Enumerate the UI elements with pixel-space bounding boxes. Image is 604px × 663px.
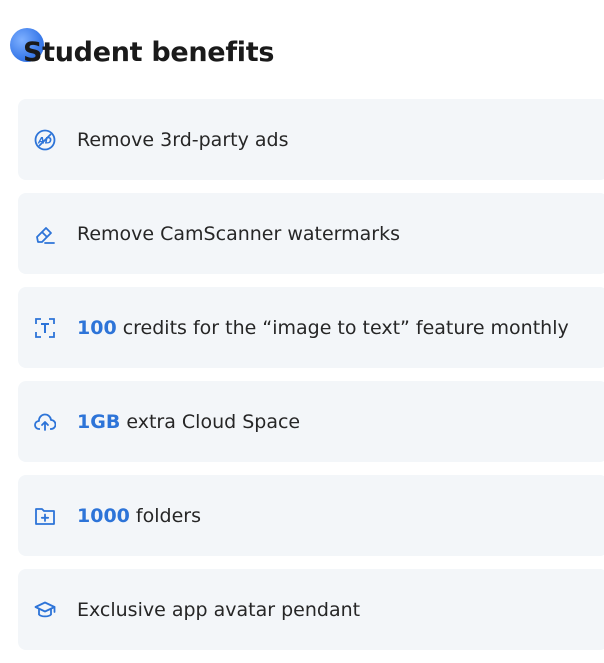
- benefit-card-image-to-text: 100 credits for the “image to text” feat…: [18, 287, 604, 368]
- page-title: Student benefits: [23, 37, 275, 68]
- benefit-card-no-ads: AD Remove 3rd-party ads: [18, 99, 604, 180]
- graduation-cap-icon: [34, 599, 56, 621]
- benefit-text: Remove CamScanner watermarks: [77, 222, 400, 245]
- eraser-icon: [34, 223, 56, 245]
- benefit-card-avatar-pendant: Exclusive app avatar pendant: [18, 569, 604, 650]
- benefit-card-folders: 1000 folders: [18, 475, 604, 556]
- benefit-text: 100 credits for the “image to text” feat…: [77, 316, 569, 339]
- folder-add-icon: [34, 505, 56, 527]
- benefit-text: 1GB extra Cloud Space: [77, 410, 301, 433]
- benefits-list: AD Remove 3rd-party ads Remove CamScanne…: [18, 99, 604, 663]
- benefit-text: Remove 3rd-party ads: [77, 128, 289, 151]
- image-to-text-icon: [34, 317, 56, 339]
- benefit-text: Exclusive app avatar pendant: [77, 598, 361, 621]
- benefit-card-watermarks: Remove CamScanner watermarks: [18, 193, 604, 274]
- benefit-text: 1000 folders: [77, 504, 201, 527]
- cloud-upload-icon: [34, 411, 56, 433]
- benefit-card-cloud-space: 1GB extra Cloud Space: [18, 381, 604, 462]
- no-ads-icon: AD: [34, 129, 56, 151]
